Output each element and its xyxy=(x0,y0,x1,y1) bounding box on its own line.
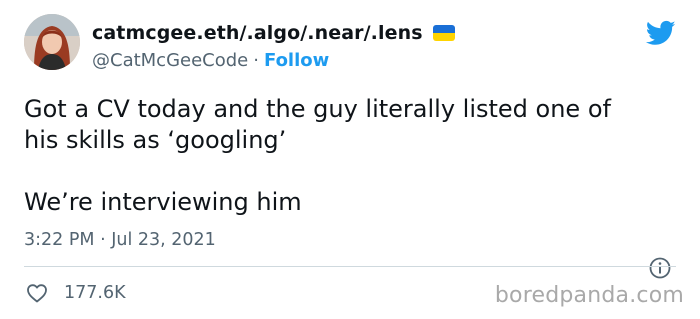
ukraine-flag-icon xyxy=(432,25,455,41)
tweet-text-line: his skills as ‘googling’ xyxy=(24,126,287,154)
heart-icon xyxy=(27,284,47,303)
like-button[interactable]: 177.6K xyxy=(24,281,126,305)
tweet-text-line: We’re interviewing him xyxy=(24,188,302,216)
profile-photo xyxy=(24,14,80,70)
author-name-row: catmcgee.eth/.algo/.near/.lens xyxy=(92,22,455,44)
display-name[interactable]: catmcgee.eth/.algo/.near/.lens xyxy=(92,22,423,44)
avatar[interactable] xyxy=(24,14,80,70)
follow-button[interactable]: Follow xyxy=(264,50,329,71)
user-handle[interactable]: @CatMcGeeCode xyxy=(92,50,248,71)
info-icon[interactable] xyxy=(648,256,672,280)
handle-row: @CatMcGeeCode · Follow xyxy=(92,50,329,71)
divider xyxy=(24,266,676,267)
twitter-bird-icon[interactable] xyxy=(644,18,678,48)
watermark: boredpanda.com xyxy=(494,283,684,308)
timestamp[interactable]: 3:22 PM · Jul 23, 2021 xyxy=(24,230,216,250)
separator-dot: · xyxy=(253,50,259,71)
tweet-text-line: Got a CV today and the guy literally lis… xyxy=(24,95,611,123)
tweet-text: Got a CV today and the guy literally lis… xyxy=(24,94,674,218)
like-count: 177.6K xyxy=(64,283,126,303)
